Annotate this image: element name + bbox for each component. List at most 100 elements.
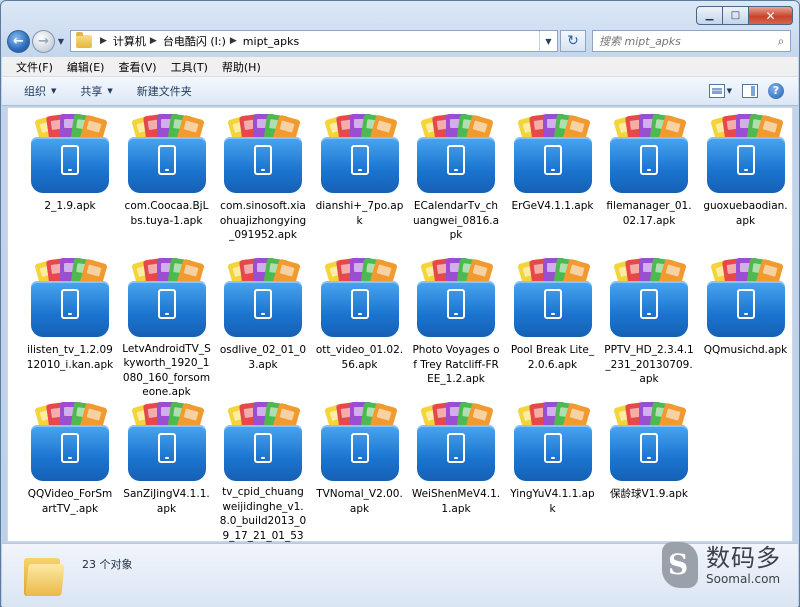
watermark-cn: 数码多 [706, 544, 781, 572]
file-item[interactable]: Pool Break Lite_2.0.6.apk [505, 257, 601, 399]
file-item[interactable]: LetvAndroidTV_Skyworth_1920_1080_160_for… [119, 257, 215, 399]
file-item[interactable]: guoxuebaodian.apk [698, 113, 794, 255]
file-item[interactable]: ECalendarTv_chuangwei_0816.apk [408, 113, 504, 255]
search-icon[interactable]: ⌕ [772, 34, 790, 49]
apk-file-icon [706, 257, 786, 337]
file-item[interactable]: PPTV_HD_2.3.4.1_231_20130709.apk [601, 257, 697, 399]
apk-file-icon [320, 401, 400, 481]
file-item[interactable]: WeiShenMeV4.1.1.apk [408, 401, 504, 543]
file-name: WeiShenMeV4.1.1.apk [411, 488, 501, 515]
apk-file-icon [609, 257, 689, 337]
apk-file-icon [223, 257, 303, 337]
watermark-logo: S 数码多 Soomal.com [658, 538, 781, 592]
new-folder-button[interactable]: 新建文件夹 [137, 83, 192, 99]
file-item[interactable]: Photo Voyages of Trey Ratcliff-FREE_1.2.… [408, 257, 504, 399]
breadcrumb-computer[interactable]: 计算机 [113, 33, 146, 49]
share-button[interactable]: 共享 ▼ [80, 83, 112, 99]
breadcrumb-drive[interactable]: 台电酷闪 (I:) [163, 33, 226, 49]
file-name: dianshi+_7po.apk [315, 200, 404, 227]
file-name: Pool Break Lite_2.0.6.apk [510, 344, 595, 371]
apk-file-icon [416, 113, 496, 193]
close-button[interactable]: ✕ [749, 6, 793, 25]
maximize-button[interactable]: □ [723, 6, 749, 25]
file-item[interactable]: com.Coocaa.BjLbs.tuya-1.apk [119, 113, 215, 255]
apk-file-icon [513, 401, 593, 481]
minimize-button[interactable]: ▁ [696, 6, 723, 25]
file-item[interactable]: 2_1.9.apk [22, 113, 118, 255]
explorer-window: ▁ □ ✕ ← → ▼ ▶ 计算机 ▶ 台电酷闪 (I:) ▶ mipt_apk… [0, 0, 800, 607]
refresh-icon: ↻ [567, 33, 579, 49]
file-name: SanZiJingV4.1.1.apk [123, 488, 210, 515]
file-item[interactable]: 保龄球V1.9.apk [601, 401, 697, 543]
file-name: QQVideo_ForSmartTV_.apk [27, 488, 113, 515]
menu-view[interactable]: 查看(V) [118, 59, 156, 75]
watermark-en: Soomal.com [706, 572, 781, 586]
file-grid: 2_1.9.apk com.Coocaa.BjLbs.tuya-1.apk com.… [22, 113, 792, 543]
chevron-right-icon[interactable]: ▶ [150, 36, 157, 46]
file-name: ilisten_tv_1.2.0912010_i.kan.apk [26, 344, 114, 371]
chevron-down-icon: ▼ [107, 87, 113, 95]
soomal-logo-icon: S [658, 538, 702, 592]
file-item[interactable]: ilisten_tv_1.2.0912010_i.kan.apk [22, 257, 118, 399]
apk-file-icon [706, 113, 786, 193]
file-item[interactable]: com.sinosoft.xiaohuajizhongying_091952.a… [215, 113, 311, 255]
file-item[interactable]: filemanager_01.02.17.apk [601, 113, 697, 255]
apk-file-icon [30, 401, 110, 481]
menu-file[interactable]: 文件(F) [16, 59, 53, 75]
file-item[interactable]: ott_video_01.02.56.apk [312, 257, 408, 399]
file-name: ECalendarTv_chuangwei_0816.apk [412, 200, 500, 241]
file-item[interactable]: SanZiJingV4.1.1.apk [119, 401, 215, 543]
menu-bar: 文件(F) 编辑(E) 查看(V) 工具(T) 帮助(H) [2, 57, 798, 77]
file-item[interactable]: QQVideo_ForSmartTV_.apk [22, 401, 118, 543]
file-item[interactable]: ErGeV4.1.1.apk [505, 113, 601, 255]
apk-file-icon [609, 401, 689, 481]
apk-file-icon [416, 401, 496, 481]
organize-button[interactable]: 组织 ▼ [24, 83, 56, 99]
apk-file-icon [127, 113, 207, 193]
file-item[interactable]: QQmusichd.apk [698, 257, 794, 399]
apk-file-icon [223, 401, 303, 481]
file-name: tv_cpid_chuangweijidinghe_v1.8.0_build20… [219, 486, 307, 542]
refresh-button[interactable]: ↻ [560, 30, 586, 52]
apk-file-icon [223, 113, 303, 193]
chevron-right-icon[interactable]: ▶ [100, 36, 107, 46]
apk-file-icon [127, 401, 207, 481]
file-item[interactable]: YingYuV4.1.1.apk [505, 401, 601, 543]
file-name: filemanager_01.02.17.apk [606, 200, 692, 227]
menu-edit[interactable]: 编辑(E) [67, 59, 105, 75]
file-name: guoxuebaodian.apk [703, 200, 788, 227]
apk-file-icon [30, 113, 110, 193]
recent-pages-dropdown[interactable]: ▼ [56, 37, 66, 46]
breadcrumb-folder[interactable]: mipt_apks [243, 35, 299, 48]
file-list-pane[interactable]: 2_1.9.apk com.Coocaa.BjLbs.tuya-1.apk com.… [7, 107, 793, 542]
apk-file-icon [320, 257, 400, 337]
forward-button[interactable]: → [32, 29, 55, 53]
caption-buttons: ▁ □ ✕ [696, 6, 793, 25]
preview-pane-icon[interactable] [742, 84, 758, 98]
folder-icon [24, 554, 65, 596]
chevron-right-icon[interactable]: ▶ [230, 36, 237, 46]
change-view-icon[interactable] [708, 84, 725, 98]
file-item[interactable]: tv_cpid_chuangweijidinghe_v1.8.0_build20… [215, 401, 311, 543]
file-item[interactable]: dianshi+_7po.apk [312, 113, 408, 255]
search-box[interactable]: ⌕ [592, 30, 791, 52]
navigation-bar: ← → ▼ ▶ 计算机 ▶ 台电酷闪 (I:) ▶ mipt_apks ▼ ↻ … [7, 28, 791, 54]
chevron-down-icon: ▼ [51, 87, 57, 95]
file-name: Photo Voyages of Trey Ratcliff-FREE_1.2.… [412, 344, 500, 385]
address-dropdown-button[interactable]: ▼ [539, 31, 557, 51]
file-item[interactable]: osdlive_02_01_03.apk [215, 257, 311, 399]
file-name: TVNomal_V2.00.apk [316, 488, 403, 515]
back-button[interactable]: ← [7, 29, 30, 53]
apk-file-icon [30, 257, 110, 337]
search-input[interactable] [593, 34, 772, 48]
help-icon[interactable]: ? [768, 83, 784, 99]
file-name: ott_video_01.02.56.apk [315, 344, 404, 371]
chevron-down-icon[interactable]: ▼ [727, 87, 732, 95]
apk-file-icon [513, 113, 593, 193]
view-controls: ▼ ? [699, 83, 784, 99]
file-item[interactable]: TVNomal_V2.00.apk [312, 401, 408, 543]
menu-tools[interactable]: 工具(T) [171, 59, 208, 75]
address-bar[interactable]: ▶ 计算机 ▶ 台电酷闪 (I:) ▶ mipt_apks ▼ [70, 30, 558, 52]
folder-icon [76, 31, 92, 48]
menu-help[interactable]: 帮助(H) [222, 59, 261, 75]
